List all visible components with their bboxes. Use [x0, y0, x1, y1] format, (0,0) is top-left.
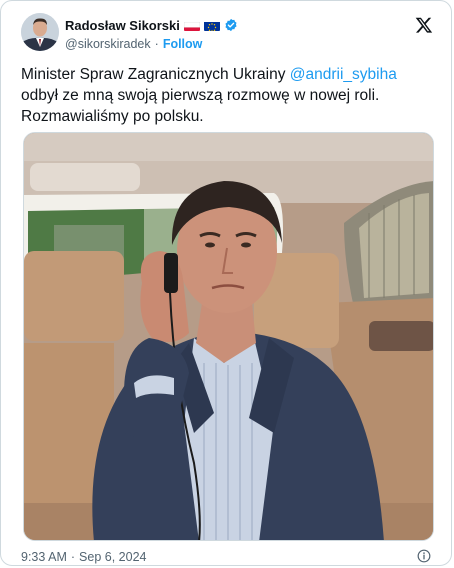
- tweet-text: Minister Spraw Zagranicznych Ukrainy @an…: [21, 64, 421, 127]
- mention-link[interactable]: @andrii_sybiha: [290, 66, 397, 83]
- tweet-photo[interactable]: [23, 132, 434, 541]
- footer-separator: ·: [70, 550, 76, 564]
- x-logo-icon[interactable]: [415, 16, 433, 34]
- follow-button[interactable]: Follow: [163, 37, 203, 51]
- avatar[interactable]: [21, 13, 59, 51]
- tweet-text-start: Minister Spraw Zagranicznych Ukrainy: [21, 66, 290, 83]
- author-handle[interactable]: @sikorskiradek: [65, 37, 151, 51]
- author-block: Radosław Sikorski @sikorskiradek · Follo…: [65, 16, 238, 51]
- poland-flag-icon: [183, 20, 200, 31]
- name-row: Radosław Sikorski: [65, 16, 238, 34]
- tweet-footer: 9:33 AM · Sep 6, 2024: [21, 548, 431, 565]
- photo-man-on-phone-in-car: [24, 133, 433, 540]
- handle-row: @sikorskiradek · Follow: [65, 37, 238, 51]
- tweet-embed-card: Radosław Sikorski @sikorskiradek · Follo…: [0, 0, 452, 566]
- tweet-time[interactable]: 9:33 AM: [21, 550, 67, 564]
- tweet-text-end: odbył ze mną swoją pierwszą rozmowę w no…: [21, 87, 380, 125]
- verified-badge-icon: [224, 18, 238, 32]
- tweet-header: Radosław Sikorski @sikorskiradek · Follo…: [21, 13, 435, 55]
- handle-separator: ·: [154, 37, 159, 51]
- eu-flag-icon: [203, 20, 220, 31]
- tweet-date[interactable]: Sep 6, 2024: [79, 550, 146, 564]
- author-name[interactable]: Radosław Sikorski: [65, 18, 180, 33]
- info-icon[interactable]: [417, 549, 431, 563]
